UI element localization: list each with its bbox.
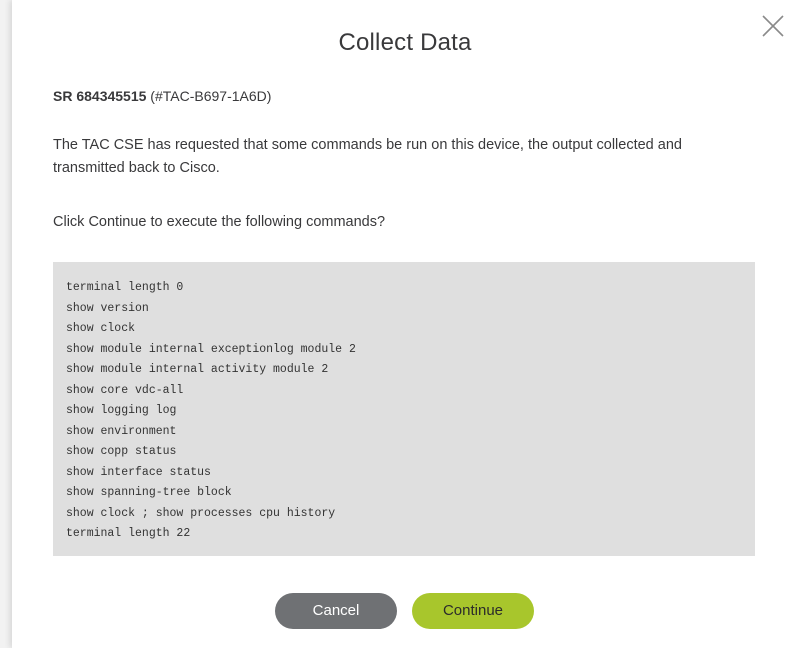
command-line: show module internal activity module 2 — [66, 363, 329, 376]
dialog-description: The TAC CSE has requested that some comm… — [53, 137, 682, 176]
command-list: terminal length 0 show version show cloc… — [53, 262, 755, 556]
sr-number: SR 684345515 — [53, 88, 147, 104]
command-line: show environment — [66, 424, 177, 438]
command-line: show clock — [66, 322, 136, 335]
command-line: show interface status — [66, 465, 211, 479]
cancel-button[interactable]: Cancel — [275, 593, 397, 629]
sr-reference: (#TAC-B697-1A6D) — [146, 88, 272, 104]
command-line: show spanning-tree block — [66, 486, 232, 499]
dialog-title: Collect Data — [338, 29, 472, 56]
command-line: terminal length 0 — [66, 281, 184, 294]
command-line: show core vdc-all — [66, 383, 184, 397]
command-line: show copp status — [66, 445, 177, 458]
command-line: show module internal exceptionlog module… — [66, 342, 356, 356]
continue-button[interactable]: Continue — [412, 593, 534, 629]
service-request-line: SR 684345515 (#TAC-B697-1A6D) — [53, 88, 271, 104]
command-line: show logging log — [66, 404, 177, 417]
collect-data-dialog: Collect Data SR 684345515 (#TAC-B697-1A6… — [12, 0, 798, 648]
command-line: show clock ; show processes cpu history — [66, 506, 336, 520]
dialog-prompt: Click Continue to execute the following … — [53, 214, 386, 230]
command-line: show version — [66, 301, 149, 315]
command-line: terminal length 22 — [66, 527, 191, 540]
